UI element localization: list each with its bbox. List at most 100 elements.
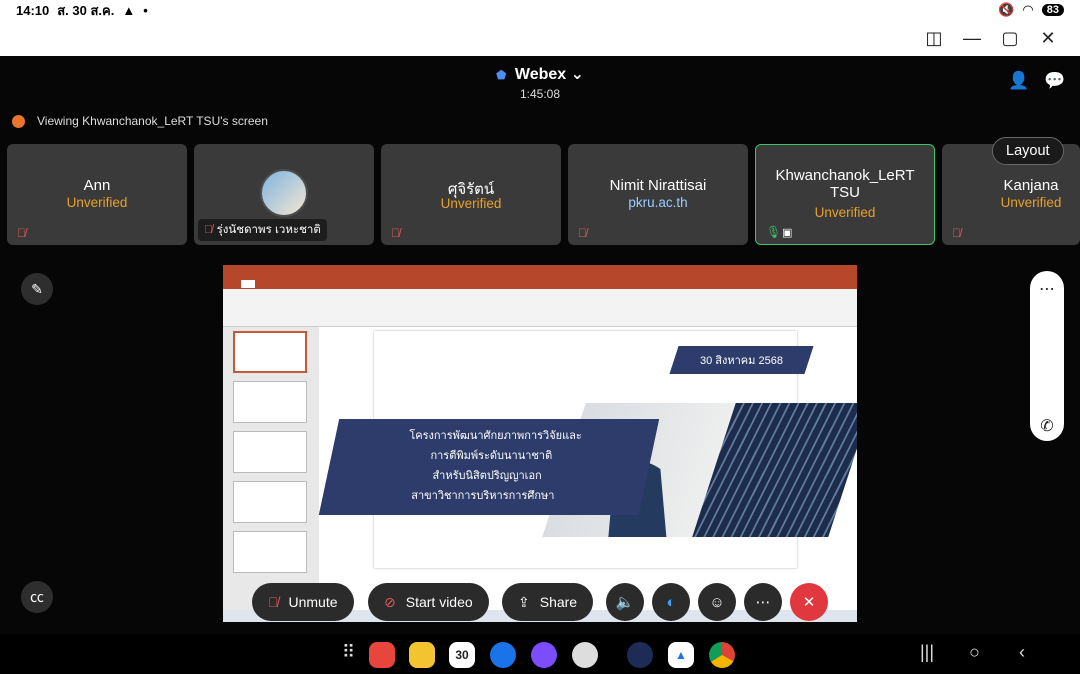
slide-title-line: สำหรับนิสิตปริญญาเอก — [432, 470, 542, 482]
participant-tile[interactable]: Ann Unverified 🎙̸ — [7, 144, 187, 245]
notes-app-icon[interactable] — [369, 642, 395, 668]
slide-title-box: โครงการพัฒนาศักยภาพการวิจัยและ การตีพิมพ… — [318, 419, 660, 515]
android-dock: ⠿ 30 ▲ ||| ○ ‹ — [0, 634, 1080, 674]
start-video-label: Start video — [405, 594, 473, 610]
close-icon[interactable]: ✕ — [1036, 26, 1060, 50]
tab-active — [241, 279, 255, 288]
more-options-button[interactable]: ⋯ — [744, 583, 782, 621]
home-icon[interactable]: ○ — [969, 642, 980, 663]
slide-thumbnail — [233, 381, 307, 423]
chevron-down-icon: ⌄ — [570, 66, 585, 83]
slide-thumbnails — [223, 327, 319, 612]
slide-thumbnail — [233, 481, 307, 523]
ribbon — [223, 289, 857, 327]
leave-meeting-button[interactable]: ✕ — [790, 583, 828, 621]
notification-dot-icon: • — [143, 2, 148, 18]
participant-status: Unverified — [1000, 195, 1062, 210]
slide-title-line: โครงการพัฒนาศักยภาพการวิจัยและ — [409, 430, 582, 442]
audio-button[interactable]: 🔈 — [606, 583, 644, 621]
recent-apps-icon[interactable]: ||| — [920, 642, 934, 663]
chat-icon[interactable]: 💬 — [1044, 70, 1066, 92]
participant-status: Unverified — [440, 196, 502, 211]
muted-mic-icon: 🎙̸ — [391, 226, 400, 240]
muted-mic-icon: 🎙̸ — [17, 226, 26, 240]
meeting-controls: 🎙̸ Unmute ⊘ Start video ⇪ Share 🔈 ◐ ☺ ⋯ … — [0, 583, 1080, 623]
muted-mic-icon: 🎙̸ — [952, 226, 961, 240]
slide-canvas: 30 สิงหาคม 2568 โครงการพัฒนาศักยภาพการวิ… — [318, 331, 857, 568]
start-video-button[interactable]: ⊘ Start video — [368, 583, 489, 621]
share-label: Share — [539, 594, 578, 610]
files-app-icon[interactable] — [409, 642, 435, 668]
muted-mic-icon: 🎙̸ — [268, 594, 279, 610]
webex-app-icon[interactable] — [627, 642, 653, 668]
wifi-icon: ◠ — [1022, 2, 1034, 17]
layout-button[interactable]: Layout — [992, 137, 1064, 165]
video-off-icon: ⊘ — [384, 593, 396, 610]
emoji-icon: ☺ — [709, 593, 725, 611]
ai-assistant-icon: ◐ — [666, 593, 676, 611]
muted-mic-icon: 🎙̸ — [204, 224, 213, 236]
slide-date-box: 30 สิงหาคม 2568 — [669, 346, 814, 374]
calendar-app-icon[interactable]: 30 — [449, 642, 475, 668]
window-titlebar: ◫ — ▢ ✕ — [0, 20, 1080, 56]
participant-status: Unverified — [66, 195, 128, 210]
messages-app-icon[interactable] — [490, 642, 516, 668]
shield-icon: ⬟ — [495, 68, 507, 82]
webex-ai-button[interactable]: ◐ — [652, 583, 690, 621]
pen-icon: ✎ — [31, 280, 43, 297]
share-indicator-icon — [12, 114, 25, 128]
slide-thumbnail — [233, 431, 307, 473]
meeting-title[interactable]: ⬟ Webex ⌄ — [0, 64, 1080, 84]
slide-thumbnail — [233, 331, 307, 373]
mic-icon: 🎙 — [766, 225, 782, 239]
muted-mic-icon: 🎙̸ — [578, 226, 587, 240]
app-drawer-icon[interactable]: ⠿ — [342, 642, 355, 663]
participants-icon[interactable]: 👤 — [1008, 70, 1030, 92]
share-icon: ⇪ — [518, 593, 530, 610]
participant-tile[interactable]: Nimit Nirattisai pkru.ac.th 🎙̸ — [568, 144, 748, 245]
screen-share-icon: ▣ — [782, 227, 793, 239]
phone-icon[interactable]: ✆ — [1030, 416, 1064, 436]
participant-status: pkru.ac.th — [628, 195, 688, 210]
annotate-button[interactable]: ✎ — [21, 273, 53, 305]
back-icon[interactable]: ‹ — [1019, 642, 1025, 663]
clock: 14:10 — [16, 2, 50, 18]
meeting-timer: 1:45:08 — [519, 87, 561, 101]
more-icon[interactable]: ⋯ — [1030, 279, 1064, 299]
warning-icon: ▲ — [122, 2, 136, 18]
more-icon: ⋯ — [755, 594, 771, 611]
date: ส. 30 ส.ค. — [57, 2, 115, 18]
powerpoint-titlebar — [223, 265, 857, 278]
participant-tile[interactable]: ศุจิรัตน์ Unverified 🎙̸ — [381, 144, 561, 245]
ribbon-tabs — [223, 278, 857, 289]
avatar — [260, 169, 308, 217]
unmute-label: Unmute — [288, 594, 338, 610]
shared-screen[interactable]: 30 สิงหาคม 2568 โครงการพัฒนาศักยภาพการวิ… — [223, 265, 857, 622]
participant-status: Unverified — [814, 205, 876, 220]
participant-tile[interactable]: 🎙̸ รุ่งนัชดาพร เวหะชาติ — [194, 144, 374, 245]
drive-app-icon[interactable]: ▲ — [668, 642, 694, 668]
webex-meeting: ⬟ Webex ⌄ 1:45:08 👤 💬 Viewing Khwanchano… — [0, 56, 1080, 634]
battery-indicator: 83 — [1041, 4, 1064, 16]
slide-title-line: การตีพิมพ์ระดับนานาชาติ — [430, 450, 553, 462]
share-button[interactable]: ⇪ Share — [502, 583, 594, 621]
participant-name: Ann — [83, 177, 111, 194]
participant-tile-active-speaker[interactable]: Khwanchanok_LeRT TSU Unverified 🎙 ▣ — [755, 144, 935, 245]
unmute-button[interactable]: 🎙̸ Unmute — [252, 583, 354, 621]
participant-name: Nimit Nirattisai — [609, 177, 707, 194]
split-view-icon[interactable]: ◫ — [922, 26, 946, 50]
maximize-icon[interactable]: ▢ — [998, 26, 1022, 50]
minimize-icon[interactable]: — — [960, 26, 984, 50]
internet-app-icon[interactable] — [531, 642, 557, 668]
viewing-text: Viewing Khwanchanok_LeRT TSU's screen — [37, 114, 268, 128]
chrome-app-icon[interactable] — [709, 642, 735, 668]
participant-name: Kanjana — [1003, 177, 1059, 194]
participant-strip: Ann Unverified 🎙̸ 🎙̸ รุ่งนัชดาพร เวหะชาต… — [7, 144, 1080, 245]
close-icon: ✕ — [802, 594, 816, 611]
participant-name-tag: 🎙̸ รุ่งนัชดาพร เวหะชาติ — [198, 219, 327, 241]
slide-title-line: สาขาวิชาการบริหารการศึกษา — [411, 490, 555, 502]
reactions-button[interactable]: ☺ — [698, 583, 736, 621]
viewing-banner: Viewing Khwanchanok_LeRT TSU's screen — [12, 114, 268, 128]
mute-icon: 🔇 — [998, 2, 1015, 17]
camera-app-icon[interactable] — [572, 642, 598, 668]
